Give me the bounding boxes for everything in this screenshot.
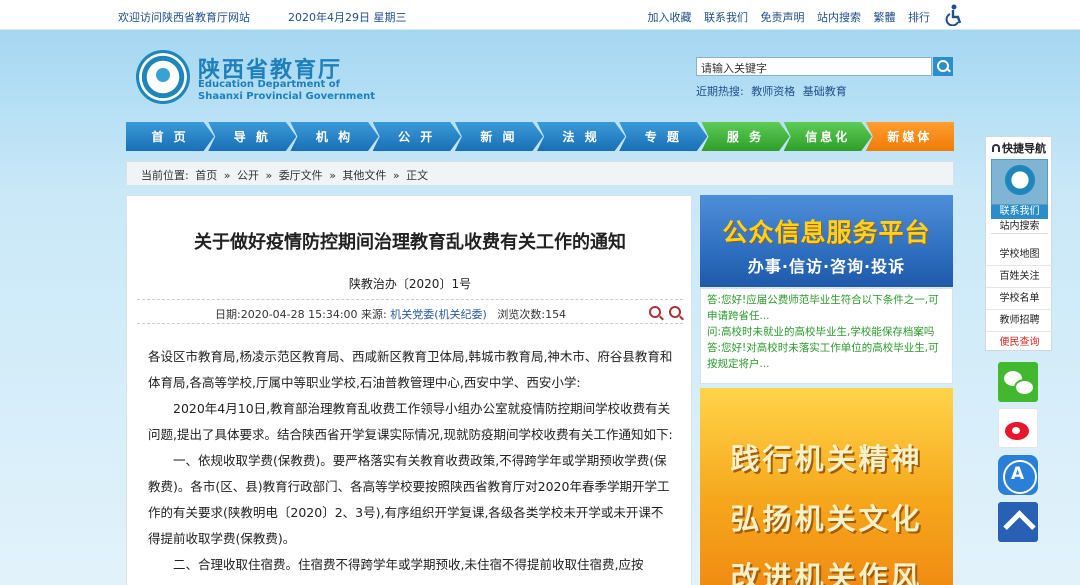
quick-nav-panel: 快捷导航 联系我们 站内搜索 学校地图 百姓关注 学校名单 教师招聘 便民查询 <box>985 136 1053 354</box>
zoom-out-icon[interactable] <box>669 306 681 318</box>
quick-nav-teacher-recruitment[interactable]: 教师招聘 <box>986 310 1053 332</box>
article-paragraph: 二、合理收取住宿费。住宿费不得跨学年或学期预收,未住宿不得提前收取住宿费,应按 <box>173 557 644 572</box>
breadcrumb-current: 正文 <box>406 169 429 182</box>
agency-culture-banner[interactable]: 践行机关精神 弘扬机关文化 改进机关作风 <box>700 388 953 585</box>
public-service-banner-subtitle: 办事·信访·咨询·投诉 <box>747 257 906 276</box>
site-title-en-line-1: Education Department of <box>198 79 340 90</box>
breadcrumb-other-documents[interactable]: 其他文件 <box>342 169 386 182</box>
view-count: 浏览次数:154 <box>497 308 567 321</box>
app-store-icon[interactable] <box>998 455 1038 495</box>
qa-list: 答:您好!应届公费师范毕业生符合以下条件之一,可申请跨省任... 问:高校时未就… <box>700 288 953 384</box>
breadcrumb-label: 当前位置: <box>141 169 189 182</box>
quick-nav-list: 学校地图 百姓关注 学校名单 教师招聘 便民查询 <box>986 244 1053 354</box>
agency-culture-line: 改进机关作风 <box>730 560 923 585</box>
top-bar: 欢迎访问陕西省教育厅网站 2020年4月29日 星期三 加入收藏 联系我们 免责… <box>0 0 1080 30</box>
article-title: 关于做好疫情防控期间治理教育乱收费有关工作的通知 <box>194 232 626 253</box>
breadcrumb-department-documents[interactable]: 委厅文件 <box>279 169 323 182</box>
nav-informatization[interactable]: 信息化 <box>783 122 872 151</box>
top-links: 加入收藏 联系我们 免责声明 站内搜索 繁體 排行 <box>639 9 931 25</box>
qa-tag: 答: <box>707 342 722 354</box>
current-date: 2020年4月29日 星期三 <box>288 11 407 24</box>
article-paragraph: 一、依规收取学费(保教费)。要严格落实有关教育收费政策,不得跨学年或学期预收学费… <box>148 453 670 546</box>
quick-nav-school-list[interactable]: 学校名单 <box>986 288 1053 310</box>
agency-culture-line: 践行机关精神 <box>730 442 923 476</box>
disclaimer-link[interactable]: 免责声明 <box>761 11 805 24</box>
welcome-text: 欢迎访问陕西省教育厅网站 <box>118 11 250 24</box>
search-input[interactable]: 请输入关键字 <box>696 57 932 76</box>
breadcrumb-public[interactable]: 公开 <box>237 169 259 182</box>
nav-news[interactable]: 新 闻 <box>454 122 544 151</box>
add-favorite-link[interactable]: 加入收藏 <box>648 11 692 24</box>
hot-keyword-basic-education[interactable]: 基础教育 <box>803 85 847 98</box>
breadcrumb-separator: » <box>329 169 336 182</box>
nav-services[interactable]: 服 务 <box>701 122 790 151</box>
public-service-banner[interactable]: 公众信息服务平台 办事·信访·咨询·投诉 <box>700 195 953 287</box>
breadcrumb-home[interactable]: 首页 <box>195 169 217 182</box>
search-icon[interactable] <box>933 57 953 76</box>
headset-icon <box>992 144 1000 152</box>
quick-nav-public-concerns[interactable]: 百姓关注 <box>986 266 1053 288</box>
qa-text: 高校时未就业的高校毕业生,学校能保存档案吗 <box>721 326 935 338</box>
qa-tag: 问: <box>707 326 722 338</box>
quick-nav-school-map[interactable]: 学校地图 <box>986 244 1053 266</box>
hot-search-label: 近期热搜: <box>696 85 744 98</box>
article-panel: 关于做好疫情防控期间治理教育乱收费有关工作的通知 陕教治办〔2020〕1号 日期… <box>126 195 692 585</box>
source-label: 来源: <box>361 308 387 321</box>
agency-culture-line: 弘扬机关文化 <box>730 502 923 536</box>
qa-text: 您好!对高校时未落实工作单位的高校毕业生,可按规定将户... <box>707 342 939 370</box>
public-service-banner-title: 公众信息服务平台 <box>722 218 931 247</box>
breadcrumb-separator: » <box>392 169 400 182</box>
nav-public[interactable]: 公 开 <box>372 122 461 151</box>
site-logo-icon[interactable] <box>136 50 190 104</box>
nav-institutions[interactable]: 机 构 <box>290 122 379 151</box>
site-search-link[interactable]: 站内搜索 <box>817 11 861 24</box>
nav-new-media[interactable]: 新媒体 <box>865 122 955 151</box>
quick-nav-header: 快捷导航 <box>986 137 1051 157</box>
article-paragraph: 2020年4月10日,教育部治理教育乱收费工作领导小组办公室就疫情防控期间学校收… <box>148 401 673 442</box>
quick-nav-contact-us[interactable]: 联系我们 <box>991 205 1048 219</box>
quick-nav-public-inquiry[interactable]: 便民查询 <box>986 332 1053 354</box>
main-nav: 首 页 导 航 机 构 公 开 新 闻 法 规 专 题 服 务 信息化 新媒体 <box>126 122 955 151</box>
nav-home[interactable]: 首 页 <box>126 122 215 151</box>
nav-topics[interactable]: 专 题 <box>619 122 708 151</box>
quick-nav-logo-icon[interactable] <box>991 159 1048 205</box>
hot-keyword-teacher-qualification[interactable]: 教师资格 <box>751 85 795 98</box>
qa-tag: 答: <box>707 294 722 306</box>
traditional-chinese-link[interactable]: 繁體 <box>874 11 896 24</box>
qa-item[interactable]: 答:您好!对高校时未落实工作单位的高校毕业生,可按规定将户... <box>707 340 946 372</box>
quick-nav-site-search[interactable]: 站内搜索 <box>991 220 1048 234</box>
site-title-en-line-2: Shaanxi Provincial Government <box>198 91 376 102</box>
wechat-icon[interactable] <box>998 362 1038 402</box>
accessibility-icon[interactable] <box>944 4 964 26</box>
publish-date: 日期:2020-04-28 15:34:00 <box>215 308 358 321</box>
article-body: 各设区市教育局,杨凌示范区教育局、西咸新区教育卫体局,韩城市教育局,神木市、府谷… <box>148 344 673 578</box>
qa-item[interactable]: 答:您好!应届公费师范毕业生符合以下条件之一,可申请跨省任... <box>707 292 946 324</box>
qa-text: 您好!应届公费师范毕业生符合以下条件之一,可申请跨省任... <box>707 294 939 322</box>
back-to-top-icon[interactable] <box>998 502 1038 542</box>
breadcrumb: 当前位置: 首页 » 公开 » 委厅文件 » 其他文件 » 正文 <box>126 161 954 186</box>
nav-regulations[interactable]: 法 规 <box>537 122 626 151</box>
article-paragraph: 各设区市教育局,杨凌示范区教育局、西咸新区教育卫体局,韩城市教育局,神木市、府谷… <box>148 349 673 390</box>
source-link[interactable]: 机关党委(机关纪委) <box>390 308 487 321</box>
zoom-in-icon[interactable] <box>649 306 661 318</box>
ranking-link[interactable]: 排行 <box>908 11 930 24</box>
quick-nav-title: 快捷导航 <box>1002 142 1046 155</box>
article-meta: 日期:2020-04-28 15:34:00 来源: 机关党委(机关纪委) 浏览… <box>137 299 683 324</box>
document-number: 陕教治办〔2020〕1号 <box>348 277 472 291</box>
breadcrumb-separator: » <box>223 169 231 182</box>
nav-guide[interactable]: 导 航 <box>208 122 297 151</box>
contact-us-link[interactable]: 联系我们 <box>704 11 748 24</box>
breadcrumb-separator: » <box>265 169 273 182</box>
weibo-icon[interactable] <box>998 408 1038 448</box>
hot-searches: 近期热搜: 教师资格 基础教育 <box>696 83 847 99</box>
qa-item[interactable]: 问:高校时未就业的高校毕业生,学校能保存档案吗 <box>707 324 946 340</box>
